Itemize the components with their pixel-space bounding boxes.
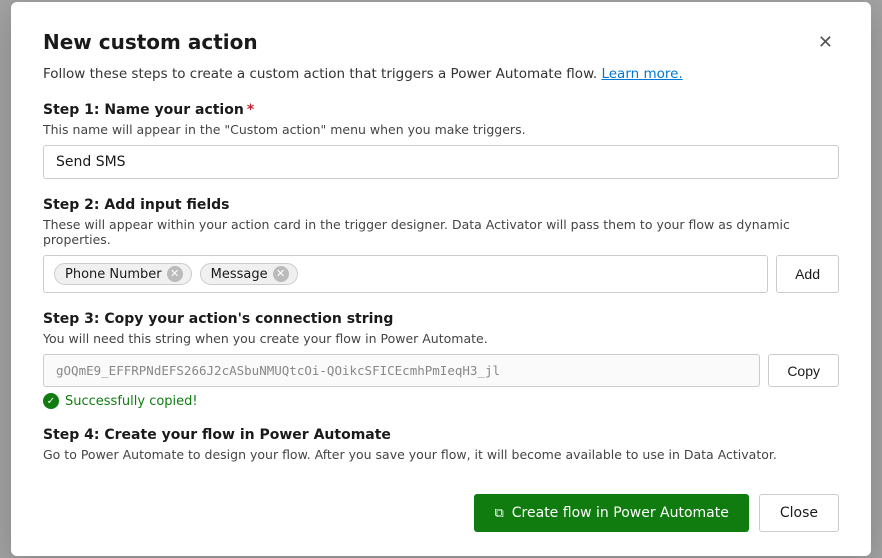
learn-more-link[interactable]: Learn more. [601, 66, 682, 82]
create-flow-button[interactable]: ⧉ Create flow in Power Automate [474, 494, 748, 532]
step4-section: Step 4: Create your flow in Power Automa… [43, 427, 839, 462]
copy-input-row: Copy [43, 354, 839, 387]
modal-title: New custom action [43, 30, 258, 54]
tag-phone-number-label: Phone Number [65, 267, 162, 282]
tag-phone-number: Phone Number ✕ [54, 263, 192, 285]
success-message: ✓ Successfully copied! [43, 393, 839, 409]
copy-button[interactable]: Copy [768, 354, 839, 387]
tag-message-label: Message [211, 267, 268, 282]
step4-description: Go to Power Automate to design your flow… [43, 447, 839, 462]
success-icon: ✓ [43, 393, 59, 409]
connection-string-input[interactable] [43, 354, 760, 387]
intro-text: Follow these steps to create a custom ac… [43, 66, 839, 82]
step2-description: These will appear within your action car… [43, 217, 839, 247]
close-icon-button[interactable]: ✕ [812, 31, 839, 53]
modal-footer: ⧉ Create flow in Power Automate Close [43, 482, 839, 532]
tag-input-row: Phone Number ✕ Message ✕ Add [43, 255, 839, 293]
external-link-icon: ⧉ [494, 506, 503, 521]
success-text: Successfully copied! [65, 394, 198, 409]
add-field-button[interactable]: Add [776, 255, 839, 293]
step3-title: Step 3: Copy your action's connection st… [43, 311, 839, 327]
step4-title: Step 4: Create your flow in Power Automa… [43, 427, 839, 443]
tag-message: Message ✕ [200, 263, 298, 285]
step1-title: Step 1: Name your action* [43, 102, 839, 118]
step3-description: You will need this string when you creat… [43, 331, 839, 346]
step2-title: Step 2: Add input fields [43, 197, 839, 213]
step2-section: Step 2: Add input fields These will appe… [43, 197, 839, 293]
modal-overlay: New custom action ✕ Follow these steps t… [0, 0, 882, 558]
action-name-input[interactable] [43, 145, 839, 179]
step3-section: Step 3: Copy your action's connection st… [43, 311, 839, 409]
close-modal-button[interactable]: Close [759, 494, 839, 532]
tag-phone-number-remove[interactable]: ✕ [167, 266, 183, 282]
modal-dialog: New custom action ✕ Follow these steps t… [11, 2, 871, 556]
tag-input-box[interactable]: Phone Number ✕ Message ✕ [43, 255, 768, 293]
create-flow-button-label: Create flow in Power Automate [512, 505, 729, 521]
tag-message-remove[interactable]: ✕ [273, 266, 289, 282]
modal-header: New custom action ✕ [43, 30, 839, 54]
step1-section: Step 1: Name your action* This name will… [43, 102, 839, 179]
step1-description: This name will appear in the "Custom act… [43, 122, 839, 137]
required-marker: * [247, 102, 254, 118]
